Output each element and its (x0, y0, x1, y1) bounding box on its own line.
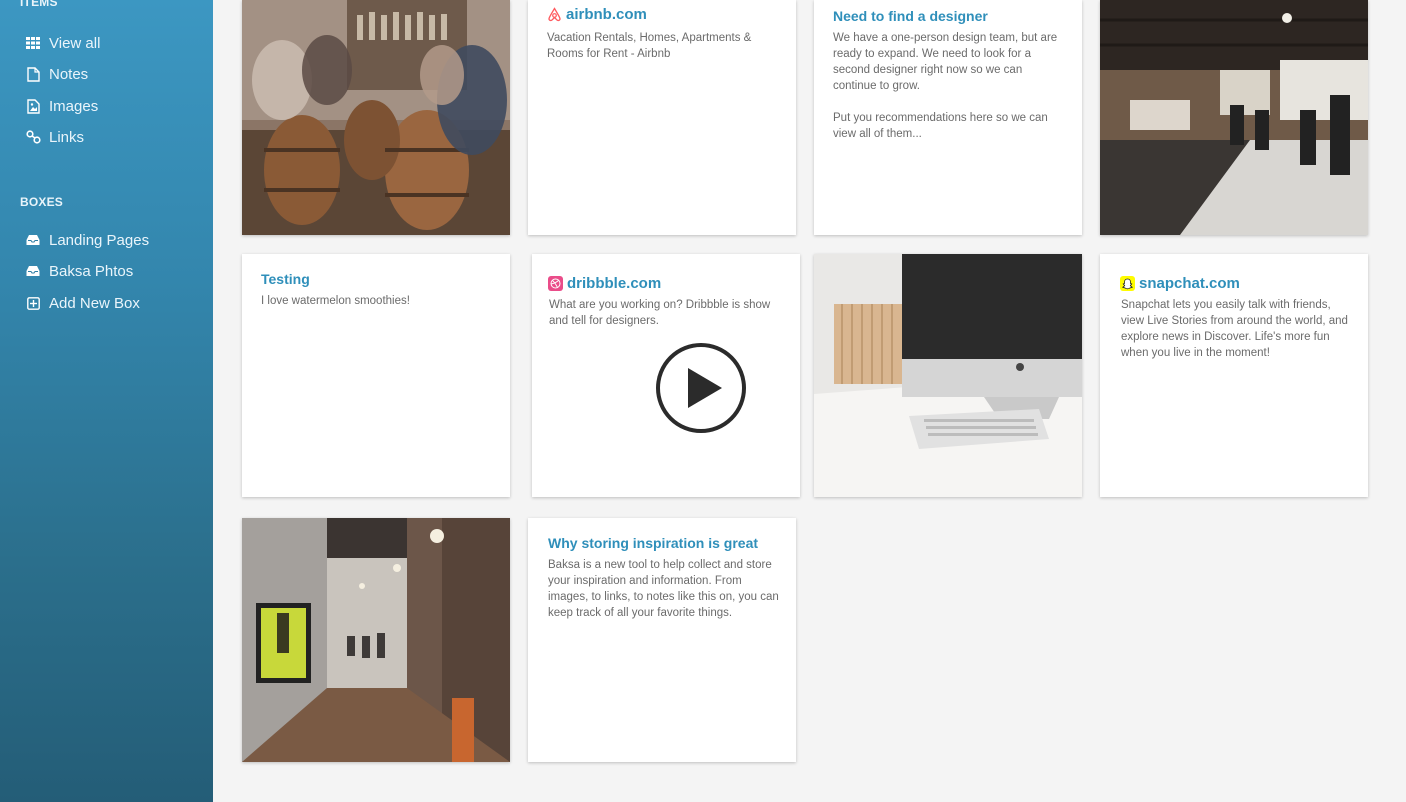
card-title[interactable]: dribbble.com (567, 275, 661, 292)
boxes-section-heading: BOXES (20, 195, 64, 209)
hallway-photo (242, 518, 510, 762)
card-description: I love watermelon smoothies! (261, 295, 410, 307)
card-title: Need to find a designer (833, 8, 988, 24)
sidebar-box-label: Landing Pages (49, 231, 150, 249)
sidebar-item-label: Notes (49, 65, 89, 83)
inbox-icon (25, 263, 41, 279)
sidebar-item-label: View all (49, 34, 101, 52)
link-card-snapchat[interactable]: snapchat.com Snapchat lets you easily ta… (1100, 254, 1368, 497)
grid-icon (25, 35, 41, 51)
plus-square-icon (25, 295, 41, 311)
sidebar-item-view-all[interactable]: View all (25, 31, 100, 55)
card-header: dribbble.com (548, 275, 661, 292)
image-card-bar[interactable] (242, 0, 510, 235)
note-icon (25, 66, 41, 82)
card-title: Testing (261, 271, 310, 287)
sidebar-box-label: Add New Box (49, 294, 140, 312)
card-header: Need to find a designer (833, 8, 988, 24)
card-title: Why storing inspiration is great (548, 535, 759, 551)
note-card-designer[interactable]: Need to find a designer We have a one-pe… (814, 0, 1082, 235)
dribbble-logo-icon (548, 276, 563, 291)
sidebar-box-landing-pages[interactable]: Landing Pages (25, 228, 149, 252)
sidebar-item-images[interactable]: Images (25, 94, 98, 118)
sidebar: ITEMS View all Notes Images Links BOXES … (0, 0, 213, 802)
card-title[interactable]: airbnb.com (566, 6, 647, 23)
add-new-box-button[interactable]: Add New Box (25, 291, 140, 315)
link-card-dribbble[interactable]: dribbble.com What are you working on? Dr… (532, 254, 800, 497)
card-description: Baksa is a new tool to help collect and … (548, 559, 779, 619)
snapchat-logo-icon (1120, 276, 1135, 291)
play-video-button[interactable] (655, 342, 747, 434)
card-description: What are you working on? Dribbble is sho… (549, 299, 771, 327)
inbox-icon (25, 232, 41, 248)
image-card-hallway[interactable] (242, 518, 510, 762)
items-section-heading: ITEMS (20, 0, 58, 9)
card-description: Snapchat lets you easily talk with frien… (1121, 299, 1348, 359)
card-description: Vacation Rentals, Homes, Apartments & Ro… (547, 32, 752, 60)
card-description: We have a one-person design team, but ar… (833, 32, 1058, 140)
link-icon (25, 129, 41, 145)
office-photo (1100, 0, 1368, 235)
desk-photo (814, 254, 1082, 497)
image-card-desk[interactable] (814, 254, 1082, 497)
sidebar-item-links[interactable]: Links (25, 125, 84, 149)
card-title[interactable]: snapchat.com (1139, 275, 1240, 292)
image-icon (25, 98, 41, 114)
card-header: Why storing inspiration is great (548, 535, 758, 551)
note-card-testing[interactable]: Testing I love watermelon smoothies! (242, 254, 510, 497)
card-header: snapchat.com (1120, 275, 1240, 292)
bar-photo (242, 0, 510, 235)
sidebar-item-label: Links (49, 128, 85, 146)
sidebar-item-label: Images (49, 97, 99, 115)
note-card-inspiration[interactable]: Why storing inspiration is great Baksa i… (528, 518, 796, 762)
card-header: airbnb.com (547, 6, 647, 23)
airbnb-logo-icon (547, 7, 562, 22)
card-header: Testing (261, 271, 310, 287)
sidebar-box-baksa-phtos[interactable]: Baksa Phtos (25, 259, 133, 283)
sidebar-item-notes[interactable]: Notes (25, 62, 88, 86)
sidebar-box-label: Baksa Phtos (49, 262, 134, 280)
image-card-office[interactable] (1100, 0, 1368, 235)
link-card-airbnb[interactable]: airbnb.com Vacation Rentals, Homes, Apar… (528, 0, 796, 235)
